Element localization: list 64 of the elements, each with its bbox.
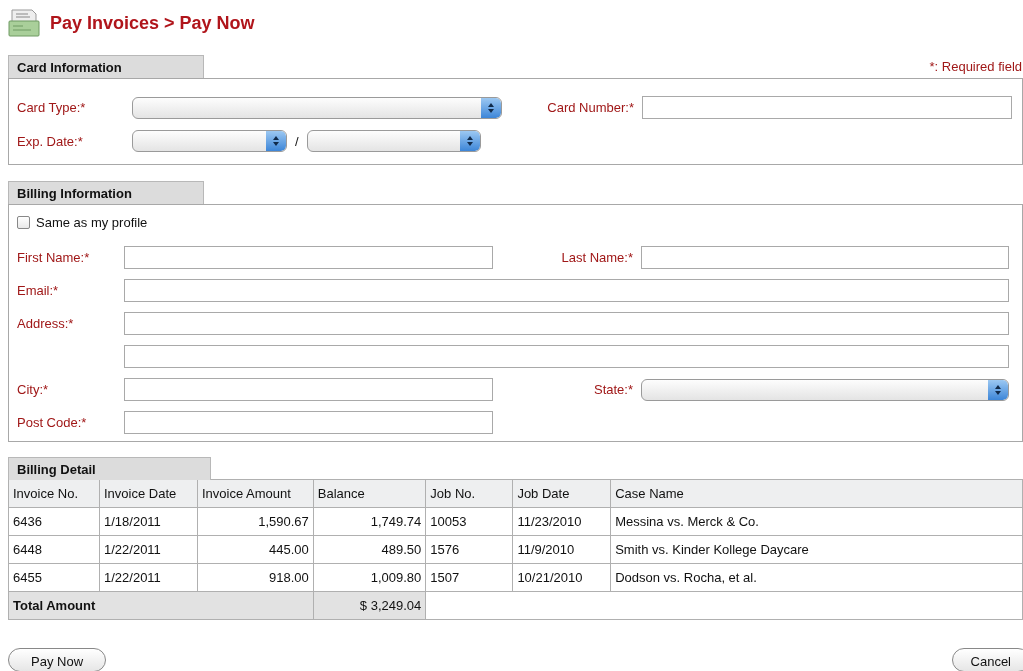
input-field[interactable]	[124, 378, 493, 401]
column-header: Balance	[313, 479, 426, 508]
table-cell: 6448	[8, 535, 100, 564]
field-label: City:*	[17, 382, 50, 397]
table-cell: 1,590.67	[197, 507, 314, 536]
total-label: Total Amount	[8, 591, 314, 620]
checkbox[interactable]	[17, 216, 30, 229]
bill-icon	[8, 9, 40, 37]
table-cell: 6436	[8, 507, 100, 536]
page-title: Pay Invoices > Pay Now	[50, 12, 255, 34]
select-field[interactable]	[306, 130, 481, 152]
table-cell: 1/22/2011	[99, 535, 198, 564]
checkbox-label: Same as my profile	[36, 215, 148, 230]
column-header: Job No.	[425, 479, 513, 508]
column-header: Job Date	[512, 479, 611, 508]
separator-text: /	[295, 133, 299, 149]
input-field[interactable]	[124, 312, 1009, 335]
field-label: Email:*	[17, 283, 60, 298]
input-field[interactable]	[124, 411, 493, 434]
table-cell: 10/21/2010	[512, 563, 611, 592]
required-note: *: Required field	[929, 59, 1023, 76]
select-field[interactable]	[132, 130, 287, 152]
stepper-icon	[459, 131, 480, 151]
field-label: Exp. Date:*	[17, 133, 84, 149]
input-field[interactable]	[124, 279, 1009, 302]
table-cell: 11/23/2010	[512, 507, 611, 536]
table-cell: 445.00	[197, 535, 314, 564]
table-cell: 1576	[425, 535, 513, 564]
field-label: State:*	[592, 382, 634, 397]
total-value: $ 3,249.04	[313, 591, 426, 620]
table-cell: Messina vs. Merck & Co.	[610, 507, 1023, 536]
table-cell: 1507	[425, 563, 513, 592]
select-field[interactable]	[132, 96, 502, 119]
input-field[interactable]	[124, 246, 493, 269]
field-label: Card Number:*	[546, 100, 635, 115]
input-field[interactable]	[641, 246, 1009, 269]
column-header: Invoice No.	[8, 479, 100, 508]
stepper-icon	[988, 379, 1008, 400]
stepper-icon	[266, 131, 286, 151]
cancel-button[interactable]: Cancel	[951, 648, 1023, 671]
select-field[interactable]	[641, 378, 1009, 401]
table-cell: 10053	[425, 507, 513, 536]
table-cell: 6455	[8, 563, 100, 592]
field-label: Post Code:*	[17, 415, 88, 430]
field-label: Card Type:*	[17, 100, 87, 115]
pay-button[interactable]: Pay Now	[8, 648, 107, 671]
field-label: Address:*	[17, 316, 75, 331]
table-cell: Smith vs. Kinder Kollege Daycare	[610, 535, 1023, 564]
input-field[interactable]	[124, 345, 1009, 368]
column-header: Invoice Amount	[197, 479, 314, 508]
column-header: Case Name	[610, 479, 1023, 508]
table-cell: 11/9/2010	[512, 535, 611, 564]
table-cell: 1,009.80	[313, 563, 426, 592]
table-cell: 1/18/2011	[99, 507, 198, 536]
stepper-icon	[481, 97, 501, 118]
table-cell: 1/22/2011	[99, 563, 198, 592]
table-cell: 918.00	[197, 563, 314, 592]
field-label: Last Name:*	[560, 250, 634, 265]
table-cell: 1,749.74	[313, 507, 426, 536]
table-cell: Dodson vs. Rocha, et al.	[610, 563, 1023, 592]
table-cell: 489.50	[313, 535, 426, 564]
column-header: Invoice Date	[99, 479, 198, 508]
field-label: First Name:*	[17, 250, 91, 265]
input-field[interactable]	[642, 96, 1012, 119]
